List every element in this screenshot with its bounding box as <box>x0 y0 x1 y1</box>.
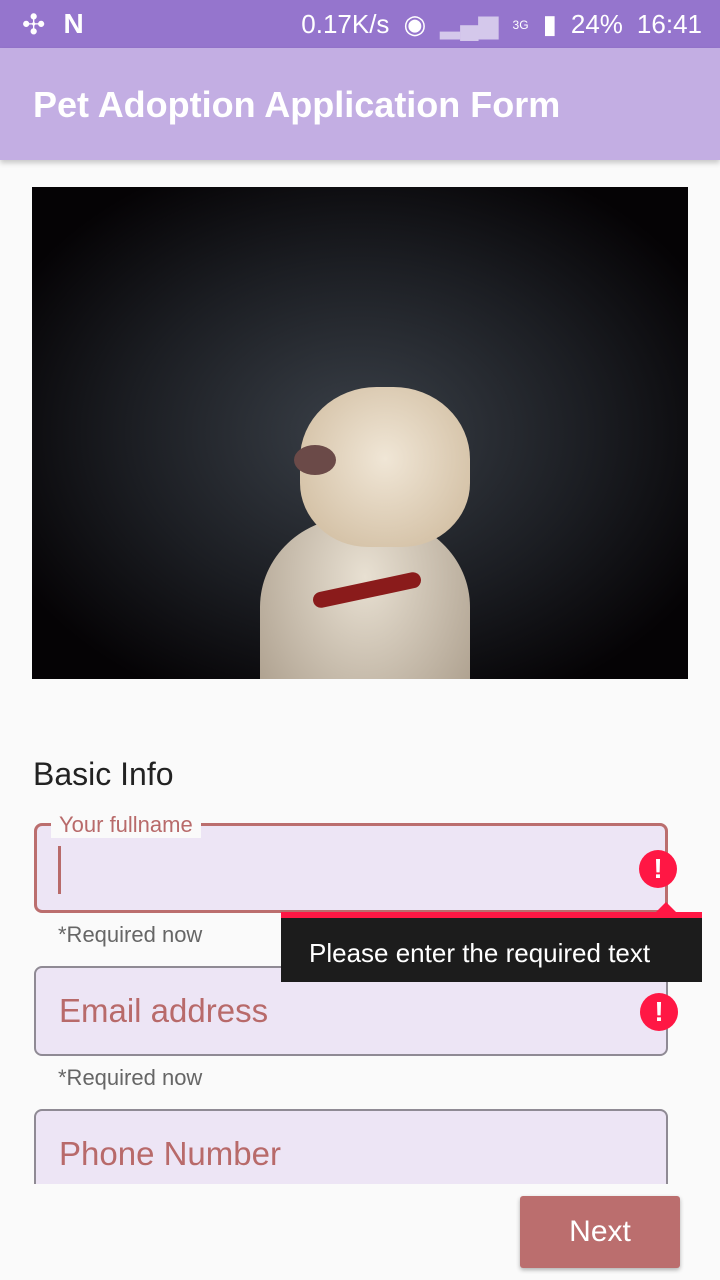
email-helper: *Required now <box>58 1065 203 1090</box>
fullname-label: Your fullname <box>51 812 201 838</box>
section-title: Basic Info <box>33 756 174 792</box>
page-title: Pet Adoption Application Form <box>33 84 561 125</box>
app-bar: Pet Adoption Application Form <box>0 48 720 160</box>
clock: 16:41 <box>636 9 702 39</box>
fullname-helper: *Required now <box>58 922 203 947</box>
status-bar: ✣ N 0.17K/s ◉ ▂▄▆ 3G ▮ 24% 16:41 <box>0 0 720 48</box>
error-icon[interactable]: ! <box>639 850 677 888</box>
avast-icon: ✣ <box>22 9 46 40</box>
dog-photo <box>32 187 688 679</box>
next-button[interactable]: Next <box>520 1196 680 1268</box>
signal-icon: ▂▄▆ <box>440 9 499 39</box>
tooltip-arrow <box>656 902 676 912</box>
error-tooltip: Please enter the required text <box>281 902 702 982</box>
battery-level: 24% <box>570 9 623 39</box>
n-icon: N <box>63 8 84 39</box>
battery-icon: ▮ <box>542 9 557 39</box>
email-placeholder: Email address <box>59 992 269 1029</box>
fullname-input[interactable]: Your fullname ! <box>34 812 677 913</box>
hotspot-icon: ◉ <box>403 9 427 39</box>
dog-nose <box>294 445 336 475</box>
error-message: Please enter the required text <box>309 938 651 968</box>
text-cursor <box>58 846 61 894</box>
phone-placeholder: Phone Number <box>59 1135 281 1172</box>
network-type: 3G <box>512 17 529 32</box>
error-icon[interactable]: ! <box>640 993 678 1031</box>
network-speed: 0.17K/s <box>301 9 390 39</box>
